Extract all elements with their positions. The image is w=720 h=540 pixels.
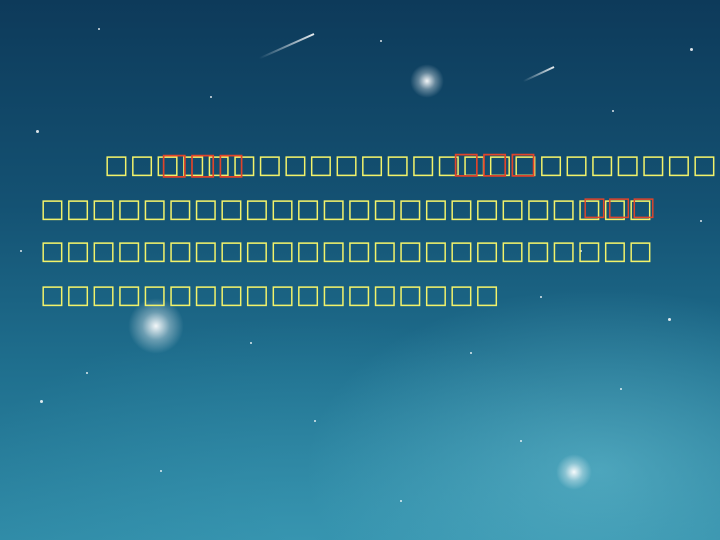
meteor-decoration	[258, 33, 315, 60]
star-decoration	[380, 40, 382, 42]
star-decoration	[700, 220, 702, 222]
star-decoration	[210, 96, 212, 98]
paragraph-line-4: □□□□□□□□□□□□□□□□□□	[40, 280, 501, 310]
glowing-star-decoration	[556, 454, 592, 490]
star-decoration	[20, 250, 22, 252]
glowing-star-decoration	[410, 64, 444, 98]
star-decoration	[620, 388, 622, 390]
paragraph-line-2: □□□□□□□□□□□□□□□□□□□□□□□□	[40, 194, 654, 224]
star-decoration	[520, 440, 522, 442]
star-decoration	[40, 400, 43, 403]
highlight-text: □□□	[452, 146, 538, 181]
slide-background: □□□□□□□□□□□□□□□□□□□□□□□□□ □□□□□□□□□□□□□□…	[0, 0, 720, 540]
meteor-decoration	[522, 66, 555, 83]
star-decoration	[470, 352, 472, 354]
star-decoration	[36, 130, 39, 133]
paragraph-line-3: □□□□□□□□□□□□□□□□□□□□□□□□	[40, 236, 654, 266]
highlight-text: □□□	[582, 192, 656, 222]
star-decoration	[400, 500, 402, 502]
star-decoration	[690, 48, 693, 51]
star-decoration	[250, 342, 252, 344]
star-decoration	[668, 318, 671, 321]
highlight-text: □□□	[160, 147, 246, 182]
star-decoration	[314, 420, 316, 422]
star-decoration	[160, 470, 162, 472]
star-decoration	[98, 28, 100, 30]
star-decoration	[612, 110, 614, 112]
star-decoration	[86, 372, 88, 374]
star-decoration	[540, 296, 542, 298]
